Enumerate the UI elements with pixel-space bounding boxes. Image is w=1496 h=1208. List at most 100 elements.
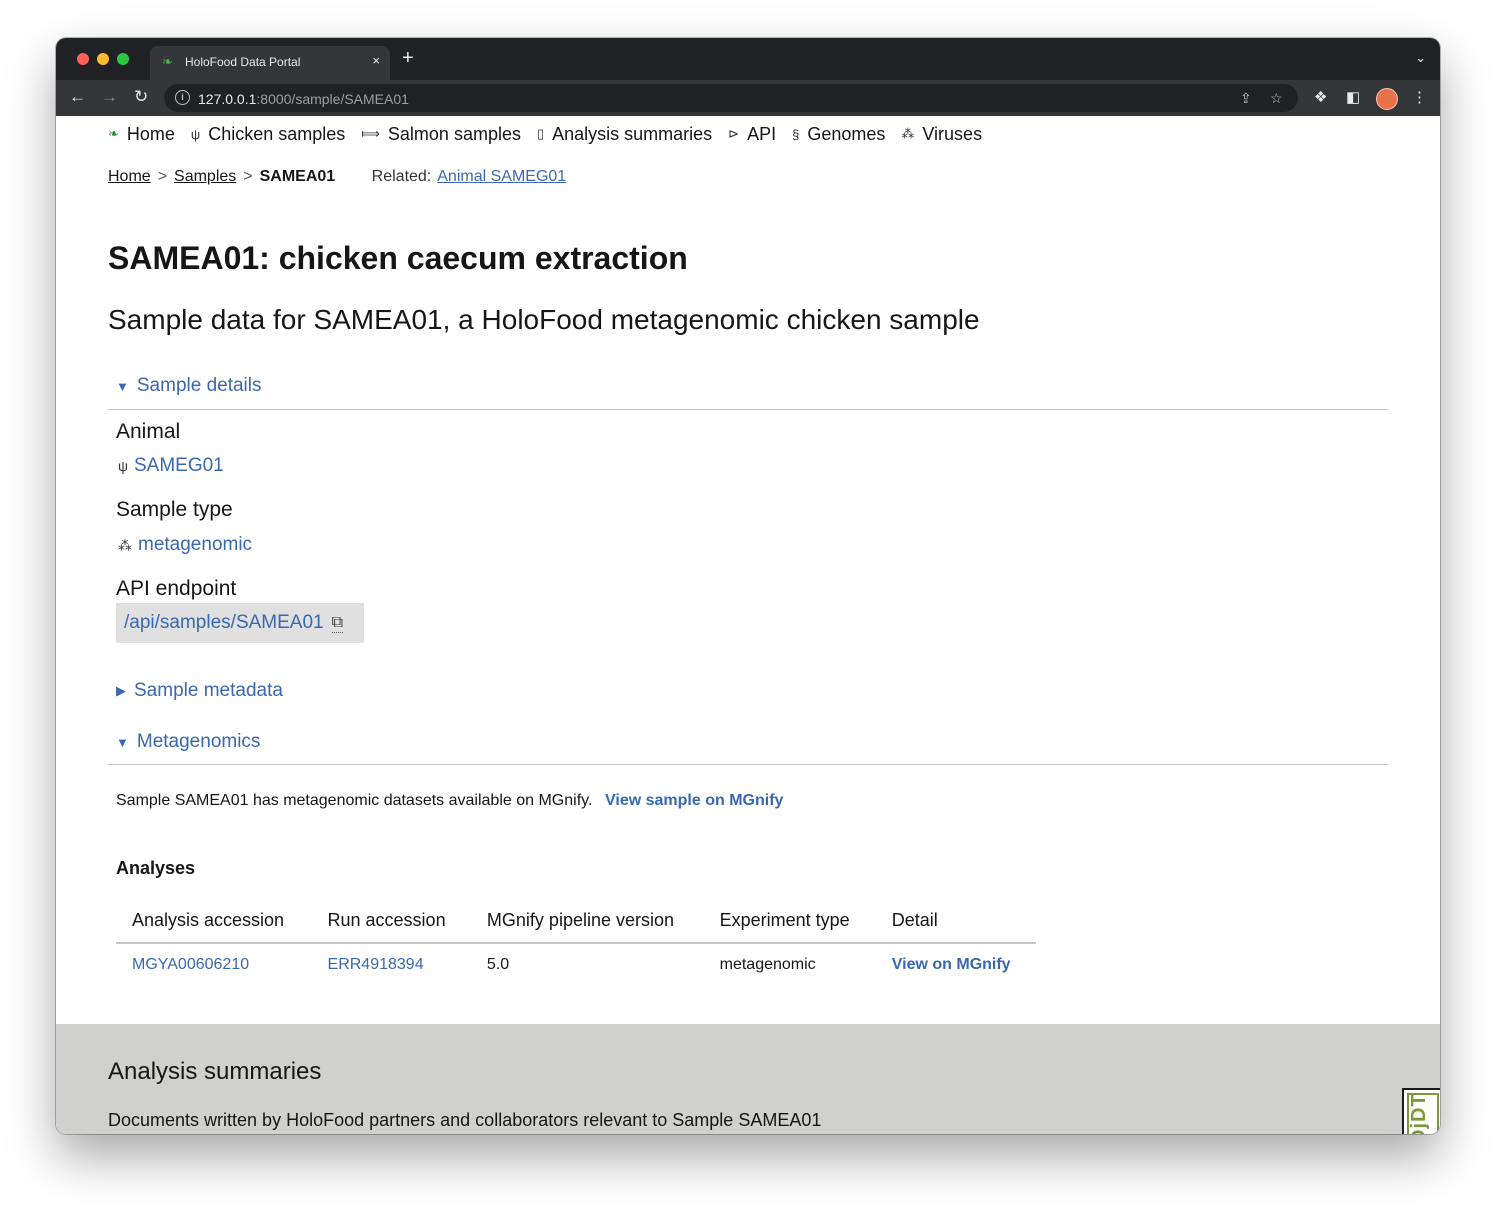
extensions-puzzle-icon[interactable]: ❖ [1314,88,1327,106]
nav-item-chicken-samples[interactable]: ψ Chicken samples [191,121,345,147]
breadcrumb-separator: > [157,168,168,185]
tab-search-chevron-icon[interactable]: ⌄ [1415,50,1426,66]
tab-strip: ❧ HoloFood Data Portal × + ⌄ [56,38,1440,80]
new-tab-button[interactable]: + [402,48,414,68]
related-label: Related: [371,168,432,185]
nav-item-viruses[interactable]: ⁂ Viruses [901,121,982,147]
triangle-down-icon: ▼ [116,378,129,394]
triangle-down-icon: ▼ [116,734,129,750]
nav-label: Salmon samples [387,123,521,144]
forward-arrow-icon[interactable]: → [101,87,118,107]
breadcrumb-current: SAMEA01 [259,168,336,185]
terminal-icon: ⊳ [728,126,740,141]
view-sample-mgnify-link[interactable]: View sample on MGnify [605,792,783,810]
site-info-icon[interactable]: i [175,90,190,105]
column-header: Experiment type [703,898,876,944]
divider [108,409,1388,410]
book-icon: ▯ [536,126,545,141]
sample-metadata-toggle[interactable]: ▶ Sample metadata [116,680,283,702]
column-header: Run accession [311,898,471,944]
triangle-right-icon: ▶ [116,683,126,698]
close-window-button[interactable] [77,53,89,65]
tab-title: HoloFood Data Portal [185,55,301,69]
nav-item-genomes[interactable]: § Genomes [792,121,885,147]
copy-icon[interactable]: ⧉ [331,614,344,633]
share-icon[interactable]: ⇪ [1240,90,1252,107]
browser-window: ❧ HoloFood Data Portal × + ⌄ ← → ↻ i 127… [56,38,1440,1134]
metagenomics-description: Sample SAMEA01 has metagenomic datasets … [116,792,593,809]
breadcrumb-separator: > [243,168,253,185]
reload-icon[interactable]: ↻ [134,87,148,107]
column-header: Detail [875,898,1036,944]
summary-label: Sample metadata [134,680,283,701]
view-on-mgnify-link[interactable]: View on MGnify [876,943,1036,986]
related-animal-link[interactable]: Animal SAMEG01 [437,168,566,185]
experiment-type: metagenomic [719,956,816,973]
breadcrumb-samples[interactable]: Samples [174,168,236,185]
breadcrumb-home[interactable]: Home [108,168,151,185]
sample-type-label: Sample type [116,498,233,521]
browser-menu-icon[interactable]: ⋮ [1412,88,1427,106]
favicon-icon: ❧ [162,54,173,69]
analysis-summaries-description: Documents written by HoloFood partners a… [108,1110,822,1130]
metagenomic-icon: ⁂ [118,536,132,553]
address-bar[interactable]: i 127.0.0.1:8000/sample/SAMEA01 ⇪ ☆ [164,84,1298,112]
table-row: MGYA00606210 ERR4918394 5.0 metagenomic … [116,943,1036,986]
back-arrow-icon[interactable]: ← [69,87,86,107]
dna-icon: § [792,126,800,142]
sample-type-link[interactable]: ⁂ metagenomic [118,534,252,556]
metagenomics-toggle[interactable]: ▼ Metagenomics [116,731,260,753]
djdt-label: DjDT [1408,1093,1430,1134]
fish-icon: ⟾ [361,126,380,141]
summary-label: Sample details [136,375,262,396]
sample-details-toggle[interactable]: ▼ Sample details [116,375,262,397]
chicken-icon: ψ [190,126,201,142]
nav-item-analysis-summaries[interactable]: ▯ Analysis summaries [537,121,712,147]
nav-label: Viruses [922,123,983,144]
nav-item-home[interactable]: ❧ Home [108,121,175,147]
side-panel-icon[interactable]: ◧ [1346,88,1360,106]
breadcrumb: Home > Samples > SAMEA01 Related: Animal SAME… [108,168,566,186]
column-header: MGnify pipeline version [470,898,704,944]
url-text[interactable]: 127.0.0.1:8000/sample/SAMEA01 [198,91,409,107]
tab-close-icon[interactable]: × [372,53,380,68]
analyses-heading: Analyses [116,858,196,878]
animal-link[interactable]: ψ SAMEG01 [118,455,224,477]
pipeline-version: 5.0 [486,956,510,973]
logo-icon: ❧ [108,126,119,141]
api-endpoint-label: API endpoint [116,577,237,600]
analysis-summaries-heading: Analysis summaries [108,1058,322,1085]
divider [108,764,1388,765]
site-navigation: ❧ Home ψ Chicken samples ⟾ Salmon samples ▯… [108,121,998,147]
table-header-row: Analysis accession Run accession MGnify … [116,898,1036,944]
analysis-summaries-section: Analysis summaries Documents written by … [56,1024,1440,1134]
api-endpoint-box: /api/samples/SAMEA01 ⧉ [116,603,364,643]
chicken-icon: ψ [118,458,128,474]
virus-icon: ⁂ [901,126,915,141]
nav-label: Genomes [807,123,886,144]
nav-label: Chicken samples [208,123,346,144]
minimize-window-button[interactable] [97,53,109,65]
page-subtitle: Sample data for SAMEA01, a HoloFood meta… [108,304,980,335]
maximize-window-button[interactable] [117,53,129,65]
api-endpoint-link[interactable]: /api/samples/SAMEA01 [124,612,324,634]
page-title: SAMEA01: chicken caecum extraction [108,240,688,276]
nav-item-salmon-samples[interactable]: ⟾ Salmon samples [361,121,521,147]
nav-label: Analysis summaries [552,123,713,144]
nav-label: Home [126,123,175,144]
nav-item-api[interactable]: ⊳ API [728,121,776,147]
animal-label: Animal [116,420,181,443]
summary-label: Metagenomics [136,731,261,752]
column-header: Analysis accession [116,898,312,944]
page-content: ❧ Home ψ Chicken samples ⟾ Salmon samples ▯… [56,116,1440,1134]
browser-tab[interactable]: ❧ HoloFood Data Portal × [150,46,390,80]
analysis-accession-link[interactable]: MGYA00606210 [116,943,312,986]
django-debug-toolbar-handle[interactable]: DjDT [1402,1088,1440,1134]
run-accession-link[interactable]: ERR4918394 [312,943,471,986]
profile-avatar[interactable] [1376,88,1398,110]
bookmark-star-icon[interactable]: ☆ [1270,90,1283,107]
related-links: Related: Animal SAMEG01 [372,168,567,185]
animal-value: SAMEG01 [133,455,224,476]
browser-toolbar: ← → ↻ i 127.0.0.1:8000/sample/SAMEA01 ⇪ … [56,80,1440,116]
analyses-table: Analysis accession Run accession MGnify … [116,898,1036,986]
